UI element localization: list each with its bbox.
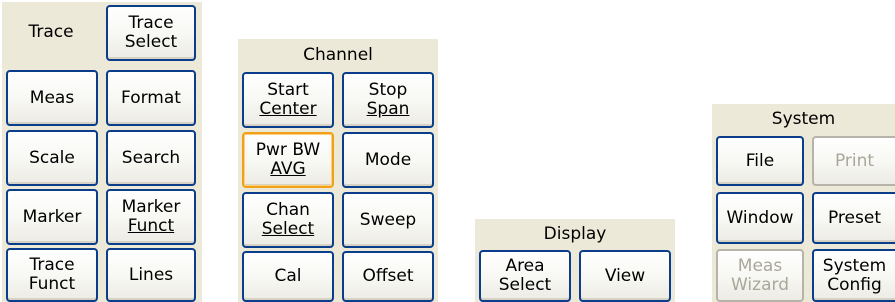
lines-button-label: Lines [128,264,174,285]
file-button-label: File [745,150,775,171]
sweep-button-label: Sweep [359,209,417,230]
marker-funct-button[interactable]: Marker Funct [106,189,196,245]
print-button: Print [812,136,895,186]
meas-wizard-line1: Meas [737,255,783,276]
trace-select-button[interactable]: Trace Select [106,5,196,61]
marker-button-label: Marker [22,206,82,227]
start-center-line2: Center [259,99,317,119]
pwr-bw-avg-line2: AVG [270,159,306,179]
chan-select-line1: Chan [266,200,310,220]
system-config-line1: System [822,255,887,276]
pwr-bw-avg-button[interactable]: Pwr BW AVG [242,132,334,188]
stop-span-line1: Stop [368,80,408,100]
meas-wizard-button: Meas Wizard [716,249,804,302]
lines-button[interactable]: Lines [106,248,196,302]
trace-select-line2: Select [124,32,178,52]
meas-button-label: Meas [29,87,75,108]
scale-button-label: Scale [29,147,75,168]
file-button[interactable]: File [716,136,804,186]
format-button-label: Format [121,87,181,108]
preset-button[interactable]: Preset [812,192,895,244]
marker-funct-line1: Marker [121,197,181,217]
search-button-label: Search [121,147,181,168]
format-button[interactable]: Format [106,70,196,126]
start-center-button[interactable]: Start Center [242,72,334,128]
sweep-button[interactable]: Sweep [342,192,434,248]
system-panel-label: System [712,103,895,133]
preset-button-label: Preset [827,207,881,228]
cal-button-label: Cal [274,266,302,286]
mode-button-label: Mode [364,149,412,170]
stop-span-button[interactable]: Stop Span [342,72,434,128]
system-config-button[interactable]: System Config [812,249,895,302]
scale-button[interactable]: Scale [6,130,98,186]
window-button-label: Window [726,207,794,228]
trace-panel-label: Trace [2,2,100,62]
offset-button-label: Offset [362,266,414,286]
meas-wizard-line2: Wizard [731,274,789,295]
system-config-line2: Config [827,274,882,295]
cal-button[interactable]: Cal [242,251,334,302]
offset-button[interactable]: Offset [342,251,434,302]
start-center-line1: Start [267,80,309,100]
marker-button[interactable]: Marker [6,189,98,245]
view-button-label: View [604,265,646,286]
chan-select-button[interactable]: Chan Select [242,192,334,248]
trace-funct-button[interactable]: Trace Funct [6,248,98,302]
print-button-label: Print [834,150,875,171]
area-select-line1: Area [505,256,545,276]
chan-select-line2: Select [261,219,315,239]
area-select-line2: Select [498,275,552,295]
window-button[interactable]: Window [716,192,804,244]
area-select-button[interactable]: Area Select [479,250,571,302]
trace-select-line1: Trace [128,13,174,33]
channel-panel-label: Channel [238,38,438,70]
marker-funct-line2: Funct [127,216,175,236]
search-button[interactable]: Search [106,130,196,186]
trace-funct-line1: Trace [29,255,75,275]
trace-funct-line2: Funct [28,274,76,294]
mode-button[interactable]: Mode [342,132,434,188]
display-panel-label: Display [475,218,675,248]
meas-button[interactable]: Meas [6,70,98,126]
view-button[interactable]: View [579,250,671,302]
stop-span-line2: Span [366,99,410,119]
pwr-bw-avg-line1: Pwr BW [255,140,321,160]
